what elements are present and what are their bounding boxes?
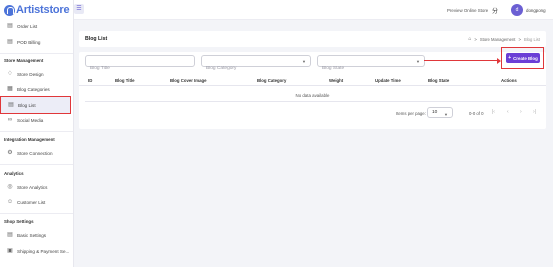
- sidebar-item-label: POD Billing: [17, 39, 41, 45]
- topbar: ☰ Preview Online Store 分 d dongpong: [74, 0, 553, 20]
- sidebar-item-label: Order List: [17, 23, 38, 29]
- grid-icon: ▦: [7, 86, 13, 92]
- items-per-page-select[interactable]: 10 ▼: [427, 107, 453, 118]
- divider: [0, 131, 73, 132]
- sidebar-item-store-design[interactable]: ♢ Store Design: [0, 67, 70, 81]
- document-icon: ▤: [7, 232, 13, 238]
- items-per-page-value: 10: [432, 110, 438, 115]
- breadcrumb-separator: >: [518, 36, 521, 42]
- sidebar-item-label: Social Media: [17, 117, 44, 123]
- sidebar-item-blog-list[interactable]: ▤ Blog List: [0, 96, 71, 114]
- gear-icon: ⚙: [7, 150, 13, 156]
- column-header-weight[interactable]: Weight: [329, 78, 343, 83]
- blog-category-select[interactable]: ▼: [201, 55, 311, 74]
- divider: [0, 53, 73, 54]
- chart-icon: ◎: [7, 184, 13, 190]
- page-title: Blog List: [85, 36, 108, 42]
- page-header: Blog List ⌂ > Store Management > Blog Li…: [79, 31, 546, 47]
- sidebar-item-social-media[interactable]: ∞ Social Media: [0, 113, 70, 127]
- blog-state-input[interactable]: [318, 63, 424, 74]
- sidebar-item-customer-list[interactable]: ☺ Customer List: [0, 195, 70, 209]
- sidebar-item-basic-settings[interactable]: ▤ Basic Settings: [0, 228, 70, 242]
- first-page-icon[interactable]: |‹: [492, 109, 495, 115]
- empty-state-text: No data available: [295, 93, 330, 98]
- blog-title-field[interactable]: [85, 55, 195, 74]
- logo[interactable]: Artiststore: [0, 0, 73, 20]
- section-title-store-management: Store Management: [4, 58, 44, 63]
- menu-toggle-button[interactable]: ☰: [74, 4, 84, 14]
- breadcrumb-separator: >: [474, 36, 477, 42]
- sidebar-item-label: Customer List: [17, 199, 46, 205]
- column-header-update-time[interactable]: Update Time: [375, 78, 401, 83]
- column-header-blog-cover-image[interactable]: Blog Cover Image: [170, 78, 207, 83]
- blog-list-card: ▼ ▼ + Create Blog ID Blog Title Blog Cov…: [79, 47, 546, 129]
- translate-icon[interactable]: 分: [492, 6, 498, 15]
- column-header-blog-title[interactable]: Blog Title: [115, 78, 135, 83]
- previous-page-icon[interactable]: ‹: [507, 109, 509, 115]
- breadcrumb-current: Blog List: [523, 36, 540, 42]
- breadcrumb-store-management[interactable]: Store Management: [480, 37, 516, 42]
- sidebar-item-blog-categories[interactable]: ▦ Blog Categories: [0, 82, 70, 96]
- sidebar-item-label: Store Analytics: [17, 184, 48, 190]
- sidebar-item-order-list[interactable]: ▤ Order List: [0, 19, 70, 33]
- next-page-icon[interactable]: ›: [520, 109, 522, 115]
- table-header: ID Blog Title Blog Cover Image Blog Cate…: [79, 76, 546, 86]
- home-icon[interactable]: ⌂: [468, 36, 471, 42]
- blog-state-select[interactable]: ▼: [317, 55, 425, 74]
- highlight-box: + Create Blog: [501, 47, 544, 69]
- sidebar-item-label: Blog List: [18, 102, 36, 108]
- create-blog-button[interactable]: + Create Blog: [506, 53, 540, 63]
- plus-icon: +: [508, 55, 512, 61]
- sidebar-item-store-analytics[interactable]: ◎ Store Analytics: [0, 180, 70, 194]
- logo-text: Artiststore: [16, 4, 70, 16]
- column-header-blog-state[interactable]: Blog State: [428, 78, 449, 83]
- link-icon: ∞: [7, 117, 13, 123]
- palette-icon: ♢: [7, 71, 13, 77]
- last-page-icon[interactable]: ›|: [533, 109, 536, 115]
- sidebar-item-label: Basic Settings: [17, 232, 47, 238]
- blog-title-input[interactable]: [86, 63, 194, 74]
- section-title-analytics: Analytics: [4, 171, 24, 176]
- preview-online-store-link[interactable]: Preview Online Store: [447, 8, 488, 13]
- avatar[interactable]: d: [511, 4, 523, 16]
- items-per-page-label: Items per page:: [396, 111, 426, 116]
- annotation-arrow: [424, 57, 501, 65]
- username[interactable]: dongpong: [526, 8, 546, 13]
- sidebar-item-store-connection[interactable]: ⚙ Store Connection: [0, 146, 70, 160]
- truck-icon: ▣: [7, 248, 13, 254]
- sidebar-item-label: Store Connection: [17, 150, 53, 156]
- document-icon: ▤: [7, 39, 13, 45]
- section-title-integration-management: Integration Management: [4, 137, 55, 142]
- sidebar-item-label: Store Design: [17, 71, 44, 77]
- users-icon: ☺: [7, 199, 14, 205]
- chevron-down-icon: ▼: [302, 59, 306, 64]
- column-header-actions: Actions: [501, 78, 517, 83]
- sidebar-item-shipping-payment[interactable]: ▣ Shipping & Payment Se...: [0, 244, 70, 258]
- chevron-down-icon: ▼: [444, 112, 448, 117]
- logo-icon: [4, 4, 15, 16]
- breadcrumb: ⌂ > Store Management > Blog List: [465, 36, 540, 42]
- pagination: Items per page: 10 ▼ 0-0 of 0 |‹ ‹ › ›|: [79, 107, 546, 119]
- section-title-shop-settings: Shop Settings: [4, 219, 34, 224]
- list-icon: ▤: [8, 102, 14, 108]
- blog-category-input[interactable]: [202, 63, 310, 74]
- column-header-blog-category[interactable]: Blog Category: [257, 78, 286, 83]
- create-blog-label: Create Blog: [513, 55, 538, 61]
- page-range: 0-0 of 0: [469, 111, 484, 116]
- divider: [0, 213, 73, 214]
- sidebar-item-label: Shipping & Payment Se...: [17, 248, 70, 254]
- sidebar-item-pod-billing[interactable]: ▤ POD Billing: [0, 35, 70, 49]
- receipt-icon: ▤: [7, 23, 13, 29]
- sidebar: Artiststore ▤ Order List ▤ POD Billing S…: [0, 0, 74, 267]
- chevron-down-icon: ▼: [416, 59, 420, 64]
- column-header-id[interactable]: ID: [88, 78, 92, 83]
- table-divider: [85, 101, 540, 102]
- sidebar-item-label: Blog Categories: [17, 86, 50, 92]
- divider: [0, 164, 73, 165]
